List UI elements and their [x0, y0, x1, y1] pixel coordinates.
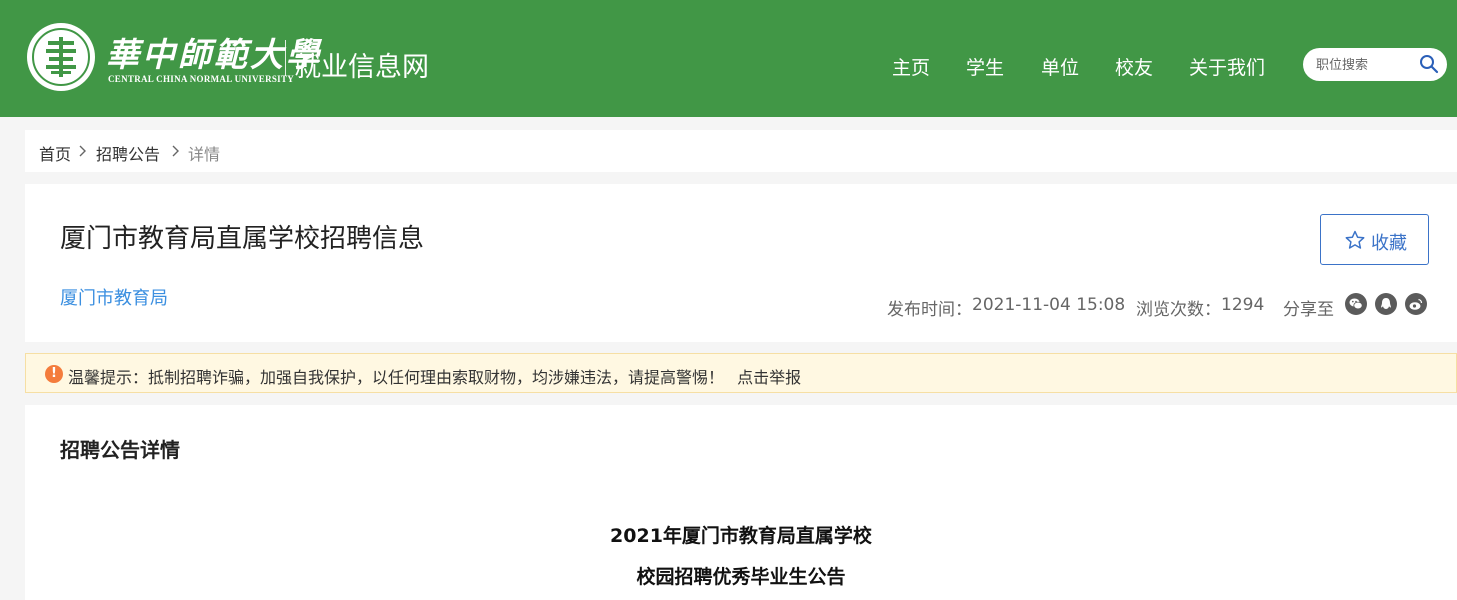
- nav-item-students[interactable]: 学生: [966, 53, 1004, 80]
- favorite-label: 收藏: [1371, 233, 1407, 254]
- chevron-right-icon: [172, 145, 179, 157]
- breadcrumb-home[interactable]: 首页: [39, 141, 71, 165]
- report-link[interactable]: 点击举报: [737, 368, 801, 387]
- publish-time: 2021-11-04 15:08: [972, 295, 1126, 315]
- nav-item-alumni[interactable]: 校友: [1115, 53, 1153, 80]
- search-box: [1303, 48, 1447, 81]
- announcement-title-line-1: 2021年厦门市教育局直属学校: [610, 525, 872, 547]
- breadcrumb: 首页 招聘公告 详情: [25, 130, 1457, 172]
- nav-item-employers[interactable]: 单位: [1041, 53, 1079, 80]
- job-detail-card: 招聘公告详情 2021年厦门市教育局直属学校 校园招聘优秀毕业生公告: [25, 405, 1457, 600]
- university-name-cn: 華中師範大學: [106, 35, 322, 74]
- wechat-icon[interactable]: [1345, 293, 1367, 315]
- search-icon[interactable]: [1419, 54, 1439, 74]
- detail-heading: 招聘公告详情: [60, 438, 180, 462]
- nav-item-about[interactable]: 关于我们: [1189, 53, 1265, 80]
- fraud-warning-bar: ! 温馨提示：抵制招聘诈骗，加强自我保护，以任何理由索取财物，均涉嫌违法，请提高…: [25, 353, 1457, 393]
- warning-text-line: 温馨提示：抵制招聘诈骗，加强自我保护，以任何理由索取财物，均涉嫌违法，请提高警惕…: [68, 364, 801, 388]
- weibo-icon[interactable]: [1405, 293, 1427, 315]
- site-header: 華中師範大學 CENTRAL CHINA NORMAL UNIVERSITY 就…: [0, 0, 1457, 117]
- job-search-input[interactable]: [1316, 55, 1416, 75]
- university-seal-logo[interactable]: [27, 23, 95, 91]
- publish-time-label: 发布时间：: [887, 300, 972, 320]
- star-icon: [1345, 230, 1365, 249]
- warning-text: 温馨提示：抵制招聘诈骗，加强自我保护，以任何理由索取财物，均涉嫌违法，请提高警惕…: [68, 368, 725, 387]
- warning-icon: !: [45, 365, 63, 383]
- university-name-en: CENTRAL CHINA NORMAL UNIVERSITY: [108, 74, 295, 84]
- logo-divider: [285, 40, 286, 76]
- site-name[interactable]: 就业信息网: [294, 45, 429, 84]
- share-label: 分享至: [1283, 300, 1334, 320]
- job-title-card: 厦门市教育局直属学校招聘信息 收藏 厦门市教育局 发布时间： 2021-11-0…: [25, 184, 1457, 342]
- page-title: 厦门市教育局直属学校招聘信息: [60, 224, 425, 254]
- favorite-button[interactable]: 收藏: [1320, 214, 1429, 265]
- nav-item-home[interactable]: 主页: [892, 53, 930, 80]
- seal-emblem-icon: [46, 37, 76, 77]
- announcement-title-line-2: 校园招聘优秀毕业生公告: [636, 566, 846, 588]
- breadcrumb-announcements[interactable]: 招聘公告: [96, 141, 160, 165]
- qq-glyph: [1381, 298, 1391, 309]
- wechat-glyph: [1349, 298, 1363, 310]
- view-count-label: 浏览次数：: [1136, 300, 1221, 320]
- qq-icon[interactable]: [1375, 293, 1397, 315]
- view-count: 1294: [1221, 295, 1265, 315]
- breadcrumb-current: 详情: [188, 145, 221, 164]
- company-link[interactable]: 厦门市教育局: [60, 284, 168, 310]
- weibo-glyph: [1409, 298, 1423, 310]
- chevron-right-icon: [79, 145, 86, 157]
